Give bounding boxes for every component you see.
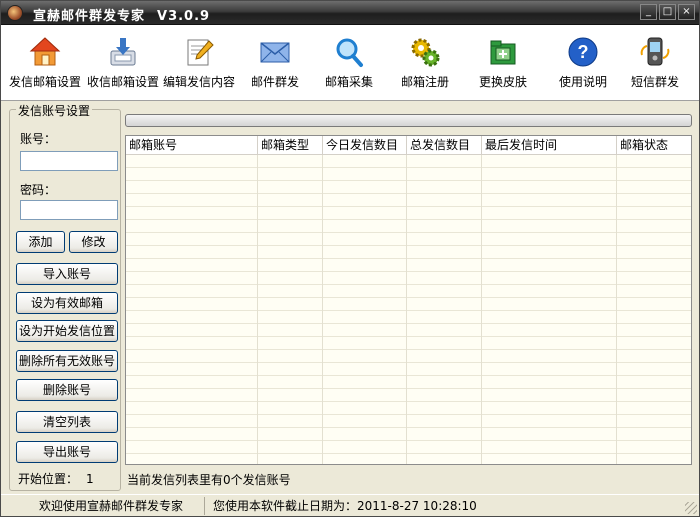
delete-invalid-accounts-button[interactable]: 删除所有无效账号 [16,350,118,372]
column-divider [406,155,407,464]
status-welcome: 欢迎使用宣赫邮件群发专家 [5,497,205,515]
column-header-last-send-time[interactable]: 最后发信时间 [482,136,617,155]
column-divider [481,155,482,464]
edit-document-icon [187,39,214,66]
main-toolbar: 发信邮箱设置 收信邮箱设置 编辑发信内容 邮件群发 邮箱采集 邮箱注册 更换皮肤… [1,25,699,101]
column-header-total-count[interactable]: 总发信数目 [407,136,482,155]
gears-icon [411,38,440,67]
close-button[interactable]: × [678,4,695,20]
group-legend: 发信账号设置 [16,102,93,119]
toolbar-sender-settings[interactable]: 发信邮箱设置 [3,35,87,97]
delete-account-button[interactable]: 删除账号 [16,379,118,401]
table-header: 邮箱账号 邮箱类型 今日发信数目 总发信数目 最后发信时间 邮箱状态 [126,136,691,155]
maximize-button[interactable]: □ [659,4,676,20]
account-input[interactable] [20,151,118,171]
help-icon: ? [568,37,598,67]
app-logo-icon[interactable] [7,5,23,21]
toolbar-change-skin[interactable]: 更换皮肤 [461,35,545,97]
toolbar-label: 短信群发 [630,75,679,89]
column-header-account[interactable]: 邮箱账号 [126,136,258,155]
add-button[interactable]: 添加 [16,231,65,253]
toolbar-receiver-settings[interactable]: 收信邮箱设置 [81,35,165,97]
inbox-download-icon [110,38,136,66]
status-bar: 欢迎使用宣赫邮件群发专家 您使用本软件截止日期为：2011-8-27 10:28… [1,494,699,516]
start-position: 开始位置： 1 [18,470,94,487]
account-label: 账号： [20,132,57,146]
svg-text:?: ? [578,42,589,62]
mobile-phone-icon [640,37,670,66]
column-header-today-count[interactable]: 今日发信数目 [323,136,407,155]
password-input[interactable] [20,200,118,220]
main-window: 宣赫邮件群发专家 V3.0.9 _ □ × 发信邮箱设置 收信邮箱设置 编辑发信… [0,0,700,517]
minimize-button[interactable]: _ [640,4,657,20]
password-label: 密码： [20,183,57,197]
envelope-icon [260,42,290,63]
toolbar-label: 邮箱采集 [324,75,373,89]
set-valid-mailbox-button[interactable]: 设为有效邮箱 [16,292,118,314]
toolbar-label: 更换皮肤 [478,75,527,89]
folder-skin-icon [490,40,516,65]
account-list-table[interactable]: 邮箱账号 邮箱类型 今日发信数目 总发信数目 最后发信时间 邮箱状态 [125,135,692,465]
resize-grip-icon[interactable] [685,502,697,514]
toolbar-sms-mass[interactable]: 短信群发 [613,35,697,97]
toolbar-label: 发信邮箱设置 [8,75,81,89]
start-position-label: 开始位置： [18,472,79,486]
table-body[interactable] [126,155,691,464]
toolbar-mail-collect[interactable]: 邮箱采集 [307,35,391,97]
title-bar[interactable]: 宣赫邮件群发专家 V3.0.9 _ □ × [1,1,699,25]
toolbar-mail-register[interactable]: 邮箱注册 [383,35,467,97]
toolbar-mass-mail[interactable]: 邮件群发 [233,35,317,97]
clear-list-button[interactable]: 清空列表 [16,411,118,433]
list-count-status: 当前发信列表里有0个发信账号 [127,473,291,487]
start-position-value: 1 [86,472,94,486]
export-accounts-button[interactable]: 导出账号 [16,441,118,463]
column-header-type[interactable]: 邮箱类型 [258,136,323,155]
window-version: V3.0.9 [157,9,211,24]
toolbar-edit-content[interactable]: 编辑发信内容 [157,35,241,97]
toolbar-label: 邮件群发 [250,75,299,89]
column-divider [322,155,323,464]
window-controls: _ □ × [640,4,695,20]
status-expiry: 您使用本软件截止日期为：2011-8-27 10:28:10 [213,499,477,513]
column-divider [616,155,617,464]
send-progress-bar [125,114,692,127]
window-title: 宣赫邮件群发专家 V3.0.9 [33,9,211,24]
column-divider [257,155,258,464]
account-settings-group: 发信账号设置 账号： 密码： 添加 修改 导入账号 设为有效邮箱 设为开始发信位… [9,102,121,491]
toolbar-label: 编辑发信内容 [162,75,235,89]
home-icon [29,37,61,66]
toolbar-label: 邮箱注册 [400,75,449,89]
modify-button[interactable]: 修改 [69,231,118,253]
account-settings-panel: 发信账号设置 账号： 密码： 添加 修改 导入账号 设为有效邮箱 设为开始发信位… [9,102,121,491]
magnifier-icon [336,38,363,67]
set-start-position-button[interactable]: 设为开始发信位置 [16,320,118,342]
toolbar-label: 收信邮箱设置 [86,75,159,89]
import-accounts-button[interactable]: 导入账号 [16,263,118,285]
column-header-status[interactable]: 邮箱状态 [617,136,691,155]
